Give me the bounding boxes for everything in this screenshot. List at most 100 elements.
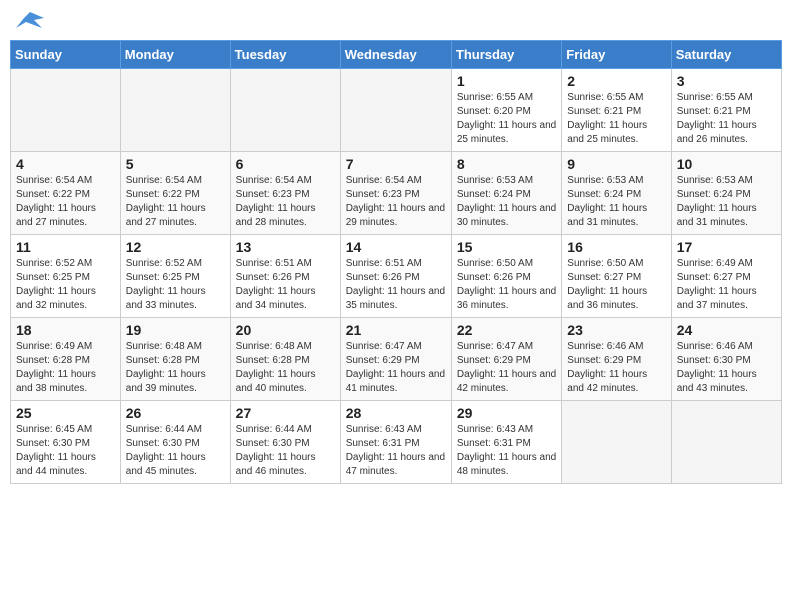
day-info: Sunrise: 6:50 AM Sunset: 6:26 PM Dayligh… bbox=[457, 257, 556, 313]
day-number: 9 bbox=[567, 156, 665, 172]
calendar-cell: 11 Sunrise: 6:52 AM Sunset: 6:25 PM Dayli… bbox=[11, 235, 121, 318]
calendar-cell: 5Sunrise: 6:54 AM Sunset: 6:22 PM Daylig… bbox=[120, 152, 230, 235]
calendar-cell: 25 Sunrise: 6:45 AM Sunset: 6:30 PM Dayli… bbox=[11, 401, 121, 484]
calendar-cell: 10Sunrise: 6:53 AM Sunset: 6:24 PM Dayli… bbox=[671, 152, 781, 235]
day-info: Sunrise: 6:55 AM Sunset: 6:21 PM Dayligh… bbox=[567, 91, 665, 147]
calendar-cell: 18 Sunrise: 6:49 AM Sunset: 6:28 PM Dayli… bbox=[11, 318, 121, 401]
day-info: Sunrise: 6:48 AM Sunset: 6:28 PM Dayligh… bbox=[236, 340, 335, 396]
day-info: Sunrise: 6:52 AM Sunset: 6:25 PM Dayligh… bbox=[16, 257, 115, 313]
day-info: Sunrise: 6:48 AM Sunset: 6:28 PM Dayligh… bbox=[126, 340, 225, 396]
day-number: 4 bbox=[16, 156, 115, 172]
calendar-cell: 14 Sunrise: 6:51 AM Sunset: 6:26 PM Dayli… bbox=[340, 235, 451, 318]
calendar-cell: 3 Sunrise: 6:55 AM Sunset: 6:21 PM Daylig… bbox=[671, 69, 781, 152]
calendar-cell: 27 Sunrise: 6:44 AM Sunset: 6:30 PM Dayli… bbox=[230, 401, 340, 484]
calendar-header-sunday: Sunday bbox=[11, 41, 121, 69]
day-number: 22 bbox=[457, 322, 556, 338]
day-number: 1 bbox=[457, 73, 556, 89]
day-number: 12 bbox=[126, 239, 225, 255]
day-number: 20 bbox=[236, 322, 335, 338]
day-info: Sunrise: 6:54 AM Sunset: 6:22 PM Dayligh… bbox=[16, 174, 115, 230]
calendar-cell: 6 Sunrise: 6:54 AM Sunset: 6:23 PM Daylig… bbox=[230, 152, 340, 235]
calendar-cell: 15 Sunrise: 6:50 AM Sunset: 6:26 PM Dayli… bbox=[451, 235, 561, 318]
calendar-cell: 9 Sunrise: 6:53 AM Sunset: 6:24 PM Daylig… bbox=[562, 152, 671, 235]
day-info: Sunrise: 6:46 AM Sunset: 6:29 PM Dayligh… bbox=[567, 340, 665, 396]
calendar-cell: 22 Sunrise: 6:47 AM Sunset: 6:29 PM Dayli… bbox=[451, 318, 561, 401]
calendar-cell: 21Sunrise: 6:47 AM Sunset: 6:29 PM Dayli… bbox=[340, 318, 451, 401]
day-number: 15 bbox=[457, 239, 556, 255]
day-number: 11 bbox=[16, 239, 115, 255]
day-info: Sunrise: 6:47 AM Sunset: 6:29 PM Dayligh… bbox=[457, 340, 556, 396]
calendar-header-monday: Monday bbox=[120, 41, 230, 69]
day-info: Sunrise: 6:53 AM Sunset: 6:24 PM Dayligh… bbox=[567, 174, 665, 230]
calendar-cell bbox=[120, 69, 230, 152]
day-number: 8 bbox=[457, 156, 556, 172]
logo-bird-icon bbox=[16, 10, 44, 32]
day-number: 2 bbox=[567, 73, 665, 89]
day-number: 6 bbox=[236, 156, 335, 172]
day-info: Sunrise: 6:54 AM Sunset: 6:23 PM Dayligh… bbox=[346, 174, 446, 230]
calendar-cell: 13Sunrise: 6:51 AM Sunset: 6:26 PM Dayli… bbox=[230, 235, 340, 318]
calendar-cell: 23 Sunrise: 6:46 AM Sunset: 6:29 PM Dayli… bbox=[562, 318, 671, 401]
day-info: Sunrise: 6:44 AM Sunset: 6:30 PM Dayligh… bbox=[236, 423, 335, 479]
day-info: Sunrise: 6:55 AM Sunset: 6:20 PM Dayligh… bbox=[457, 91, 556, 147]
calendar-week-2: 4 Sunrise: 6:54 AM Sunset: 6:22 PM Daylig… bbox=[11, 152, 782, 235]
day-number: 25 bbox=[16, 405, 115, 421]
day-number: 16 bbox=[567, 239, 665, 255]
day-number: 17 bbox=[677, 239, 776, 255]
calendar-cell: 20 Sunrise: 6:48 AM Sunset: 6:28 PM Dayli… bbox=[230, 318, 340, 401]
calendar-cell: 17Sunrise: 6:49 AM Sunset: 6:27 PM Dayli… bbox=[671, 235, 781, 318]
day-info: Sunrise: 6:50 AM Sunset: 6:27 PM Dayligh… bbox=[567, 257, 665, 313]
calendar-header-tuesday: Tuesday bbox=[230, 41, 340, 69]
day-number: 19 bbox=[126, 322, 225, 338]
day-number: 3 bbox=[677, 73, 776, 89]
calendar-cell: 26 Sunrise: 6:44 AM Sunset: 6:30 PM Dayli… bbox=[120, 401, 230, 484]
day-number: 13 bbox=[236, 239, 335, 255]
calendar-cell: 16 Sunrise: 6:50 AM Sunset: 6:27 PM Dayli… bbox=[562, 235, 671, 318]
day-number: 7 bbox=[346, 156, 446, 172]
day-info: Sunrise: 6:55 AM Sunset: 6:21 PM Dayligh… bbox=[677, 91, 776, 147]
day-info: Sunrise: 6:49 AM Sunset: 6:28 PM Dayligh… bbox=[16, 340, 115, 396]
calendar-cell bbox=[340, 69, 451, 152]
day-info: Sunrise: 6:46 AM Sunset: 6:30 PM Dayligh… bbox=[677, 340, 776, 396]
day-number: 14 bbox=[346, 239, 446, 255]
calendar-header-row: SundayMondayTuesdayWednesdayThursdayFrid… bbox=[11, 41, 782, 69]
calendar-cell: 4 Sunrise: 6:54 AM Sunset: 6:22 PM Daylig… bbox=[11, 152, 121, 235]
calendar-week-1: 1 Sunrise: 6:55 AM Sunset: 6:20 PM Daylig… bbox=[11, 69, 782, 152]
day-number: 24 bbox=[677, 322, 776, 338]
page-header bbox=[10, 10, 782, 32]
calendar-cell: 12 Sunrise: 6:52 AM Sunset: 6:25 PM Dayli… bbox=[120, 235, 230, 318]
day-number: 27 bbox=[236, 405, 335, 421]
calendar-cell: 24 Sunrise: 6:46 AM Sunset: 6:30 PM Dayli… bbox=[671, 318, 781, 401]
calendar-cell bbox=[562, 401, 671, 484]
day-number: 26 bbox=[126, 405, 225, 421]
day-info: Sunrise: 6:47 AM Sunset: 6:29 PM Dayligh… bbox=[346, 340, 446, 396]
calendar-table: SundayMondayTuesdayWednesdayThursdayFrid… bbox=[10, 40, 782, 484]
calendar-cell: 2 Sunrise: 6:55 AM Sunset: 6:21 PM Daylig… bbox=[562, 69, 671, 152]
calendar-cell: 19 Sunrise: 6:48 AM Sunset: 6:28 PM Dayli… bbox=[120, 318, 230, 401]
day-info: Sunrise: 6:44 AM Sunset: 6:30 PM Dayligh… bbox=[126, 423, 225, 479]
calendar-cell: 7 Sunrise: 6:54 AM Sunset: 6:23 PM Daylig… bbox=[340, 152, 451, 235]
day-number: 18 bbox=[16, 322, 115, 338]
day-info: Sunrise: 6:54 AM Sunset: 6:22 PM Dayligh… bbox=[126, 174, 225, 230]
calendar-cell: 1 Sunrise: 6:55 AM Sunset: 6:20 PM Daylig… bbox=[451, 69, 561, 152]
day-info: Sunrise: 6:53 AM Sunset: 6:24 PM Dayligh… bbox=[677, 174, 776, 230]
calendar-cell: 8 Sunrise: 6:53 AM Sunset: 6:24 PM Daylig… bbox=[451, 152, 561, 235]
calendar-cell bbox=[230, 69, 340, 152]
calendar-body: 1 Sunrise: 6:55 AM Sunset: 6:20 PM Daylig… bbox=[11, 69, 782, 484]
day-info: Sunrise: 6:45 AM Sunset: 6:30 PM Dayligh… bbox=[16, 423, 115, 479]
calendar-week-5: 25 Sunrise: 6:45 AM Sunset: 6:30 PM Dayli… bbox=[11, 401, 782, 484]
day-number: 29 bbox=[457, 405, 556, 421]
day-info: Sunrise: 6:43 AM Sunset: 6:31 PM Dayligh… bbox=[457, 423, 556, 479]
day-info: Sunrise: 6:53 AM Sunset: 6:24 PM Dayligh… bbox=[457, 174, 556, 230]
calendar-header-friday: Friday bbox=[562, 41, 671, 69]
day-info: Sunrise: 6:43 AM Sunset: 6:31 PM Dayligh… bbox=[346, 423, 446, 479]
calendar-cell: 29 Sunrise: 6:43 AM Sunset: 6:31 PM Dayli… bbox=[451, 401, 561, 484]
calendar-week-3: 11 Sunrise: 6:52 AM Sunset: 6:25 PM Dayli… bbox=[11, 235, 782, 318]
day-info: Sunrise: 6:51 AM Sunset: 6:26 PM Dayligh… bbox=[346, 257, 446, 313]
day-info: Sunrise: 6:54 AM Sunset: 6:23 PM Dayligh… bbox=[236, 174, 335, 230]
calendar-cell bbox=[11, 69, 121, 152]
logo bbox=[14, 10, 44, 32]
day-number: 23 bbox=[567, 322, 665, 338]
calendar-header-wednesday: Wednesday bbox=[340, 41, 451, 69]
day-info: Sunrise: 6:52 AM Sunset: 6:25 PM Dayligh… bbox=[126, 257, 225, 313]
